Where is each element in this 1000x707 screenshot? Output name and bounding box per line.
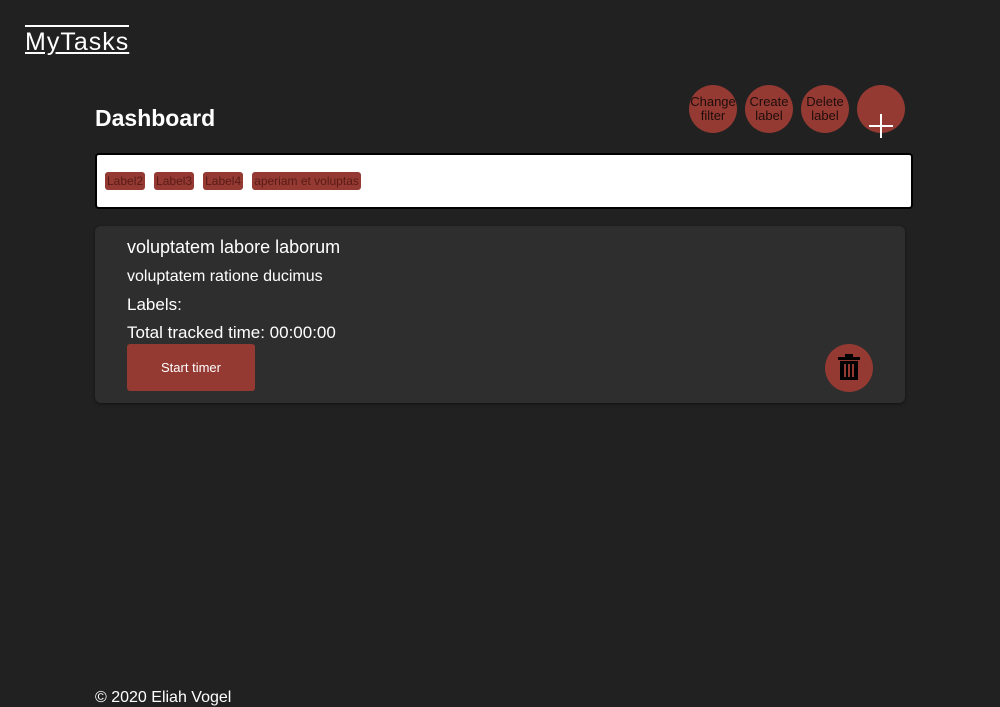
filter-chip[interactable]: Label4 xyxy=(203,172,244,190)
add-task-button[interactable] xyxy=(857,85,905,138)
delete-task-button[interactable] xyxy=(825,344,873,392)
task-card: voluptatem labore laborum voluptatem rat… xyxy=(95,226,905,403)
trash-icon xyxy=(838,353,860,383)
plus-icon xyxy=(868,73,894,145)
change-filter-button[interactable]: Change filter xyxy=(689,85,737,133)
footer-copyright: © 2020 Eliah Vogel xyxy=(95,689,232,706)
filter-chip[interactable]: aperiam et voluptas xyxy=(252,172,361,190)
task-description: voluptatem ratione ducimus xyxy=(127,268,323,285)
start-timer-button[interactable]: Start timer xyxy=(127,344,255,391)
task-title: voluptatem labore laborum xyxy=(127,237,341,257)
app-logo[interactable]: MyTasks xyxy=(25,25,130,55)
task-labels-heading: Labels: xyxy=(127,295,182,314)
filter-chip[interactable]: Label2 xyxy=(105,172,146,190)
delete-label-button[interactable]: Delete label xyxy=(801,85,849,133)
label-filter-input[interactable]: Label2 Label3 Label4 aperiam et voluptas xyxy=(95,153,913,209)
page: MyTasks Dashboard Change filter Create l… xyxy=(0,0,1000,707)
toolbar: Change filter Create label Delete label xyxy=(689,85,905,138)
page-title: Dashboard xyxy=(95,105,216,131)
create-label-button[interactable]: Create label xyxy=(745,85,793,133)
task-tracked-time: Total tracked time: 00:00:00 xyxy=(127,323,336,342)
filter-chip[interactable]: Label3 xyxy=(154,172,195,190)
